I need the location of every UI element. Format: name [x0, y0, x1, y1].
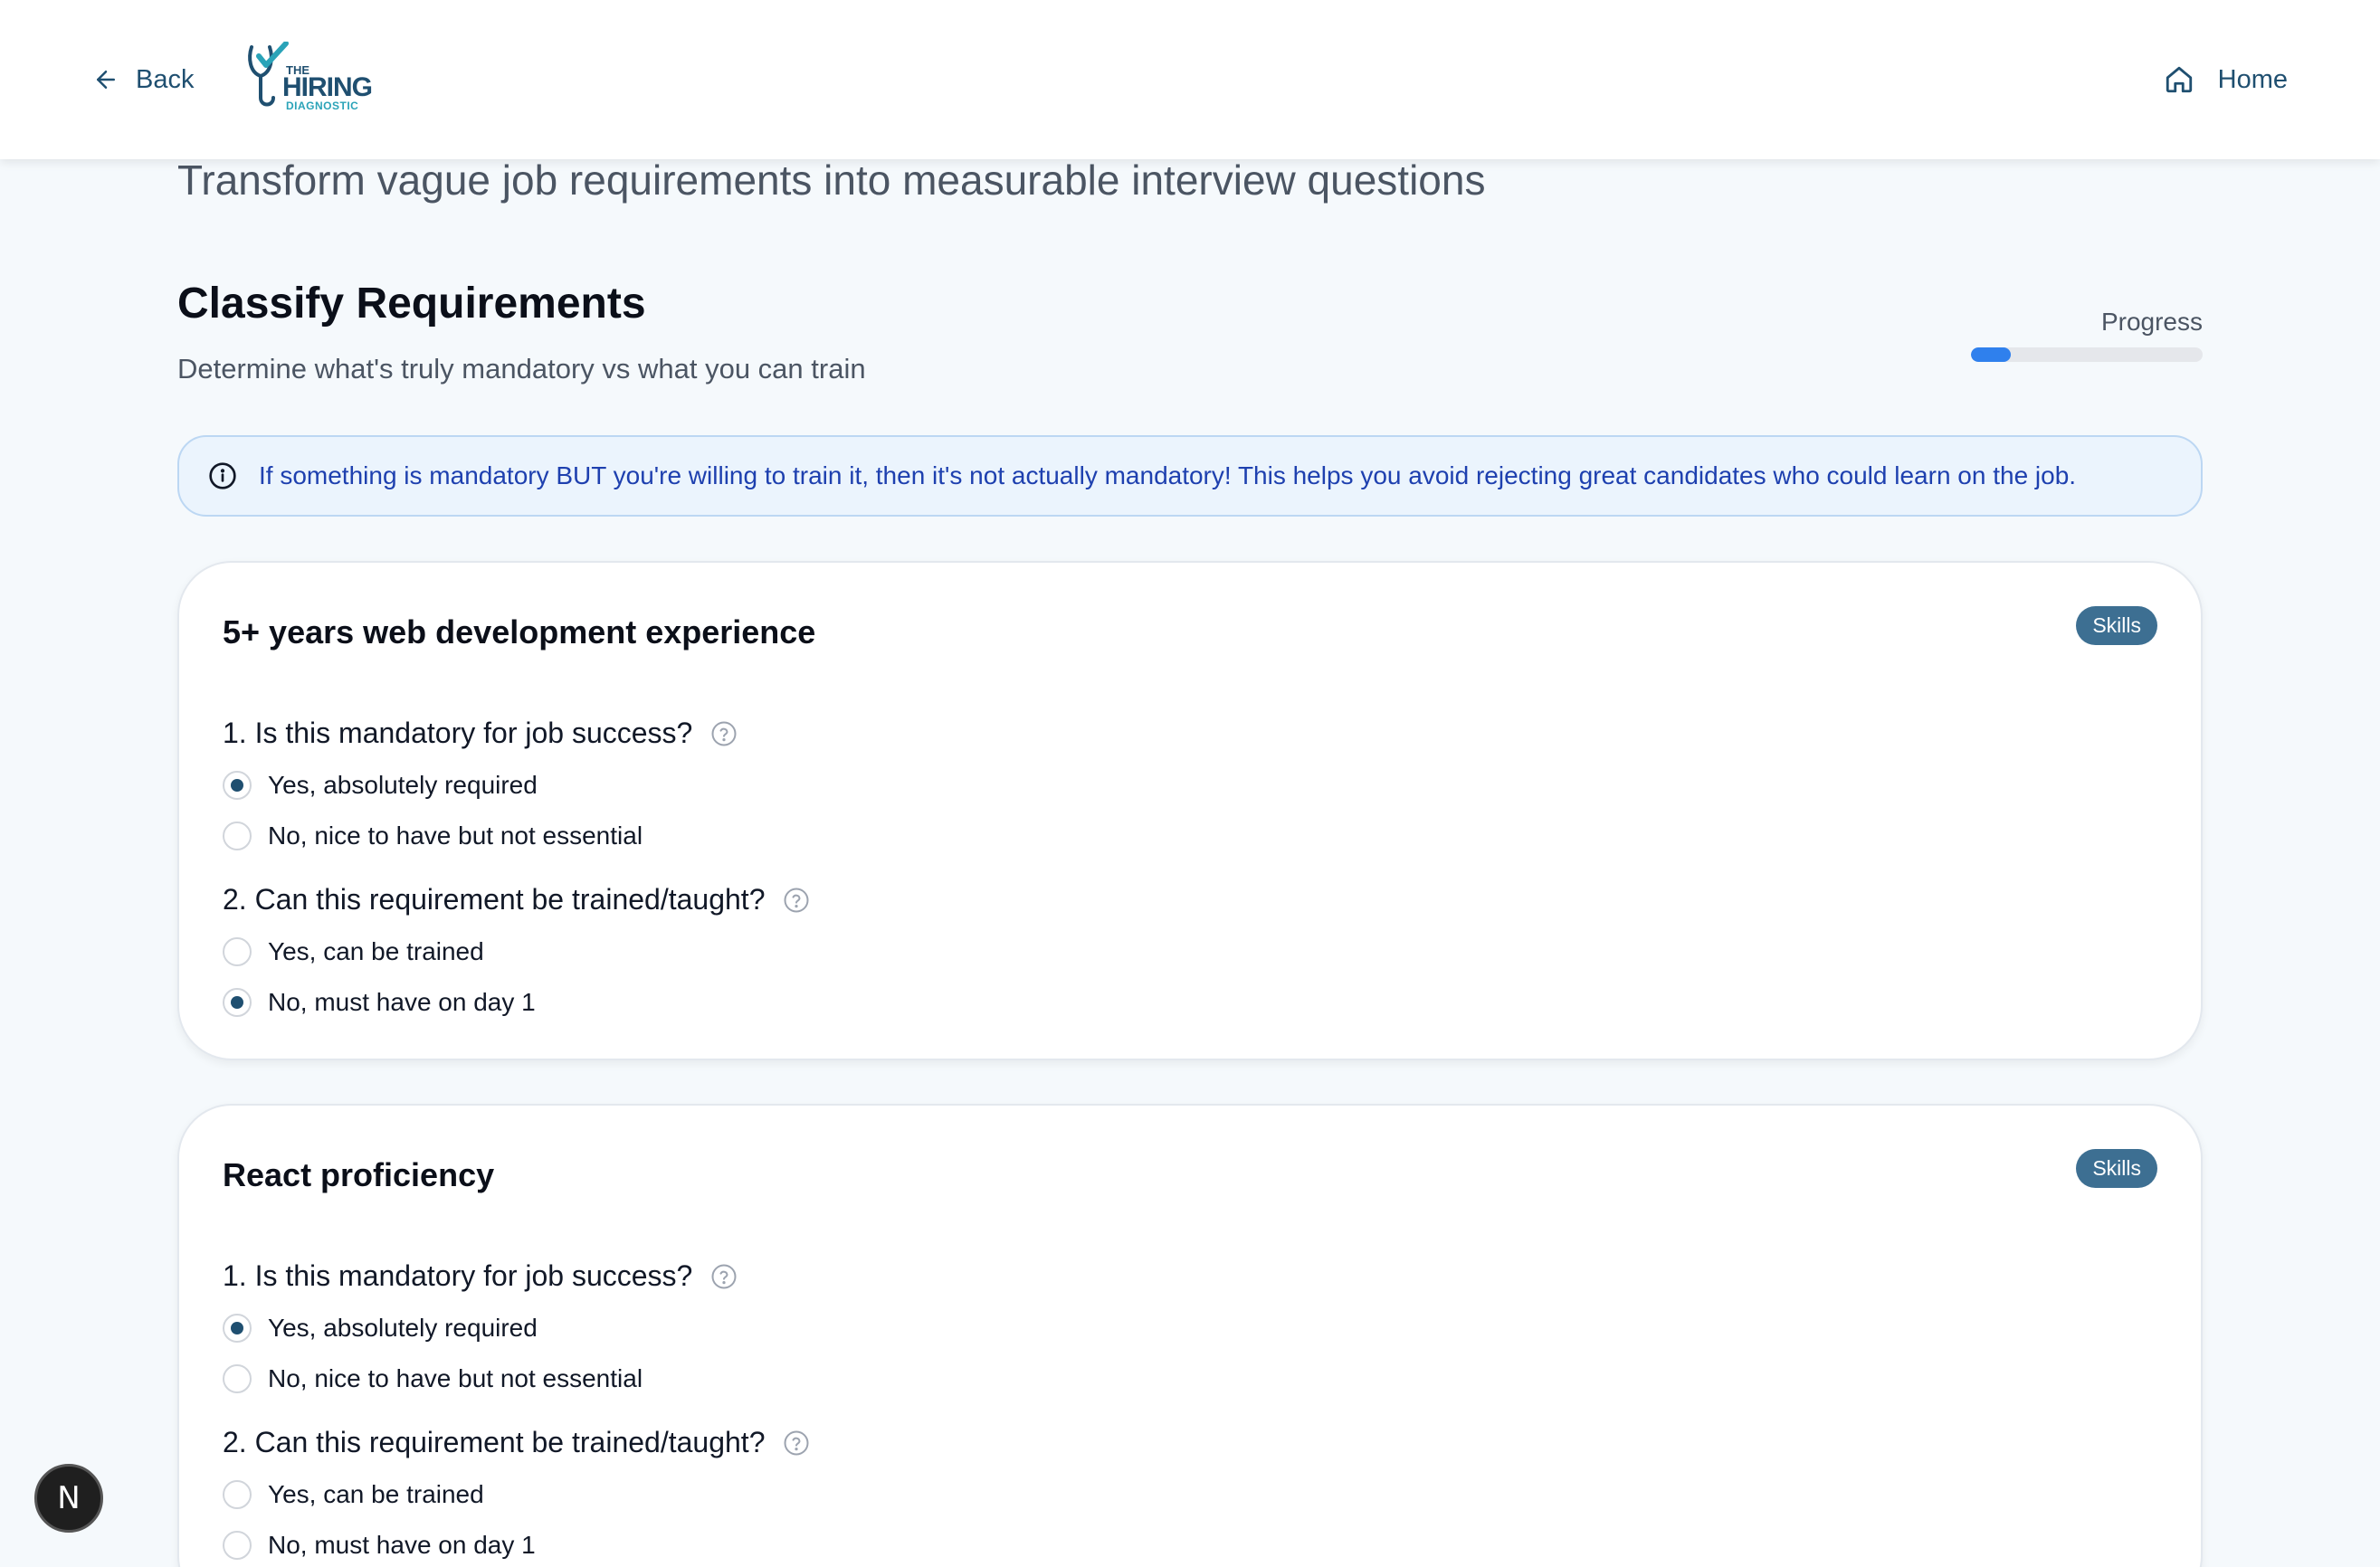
mandatory-question: 1. Is this mandatory for job success?	[223, 717, 738, 750]
page-tagline: Transform vague job requirements into me…	[177, 157, 1486, 204]
radio-button[interactable]	[223, 937, 252, 966]
trainable-option-yes[interactable]: Yes, can be trained	[223, 937, 484, 966]
progress-bar-fill	[1971, 347, 2011, 362]
option-label: No, must have on day 1	[268, 988, 536, 1016]
trainable-option-no[interactable]: No, must have on day 1	[223, 988, 536, 1017]
option-label: Yes, can be trained	[268, 937, 484, 965]
info-callout: If something is mandatory BUT you're wil…	[177, 435, 2203, 517]
radio-button[interactable]	[223, 821, 252, 850]
arrow-left-icon	[97, 71, 115, 89]
home-icon	[2166, 66, 2192, 93]
radio-button[interactable]	[223, 1480, 252, 1509]
help-icon[interactable]	[710, 720, 738, 747]
option-label: No, nice to have but not essential	[268, 821, 643, 850]
radio-button[interactable]	[223, 1314, 252, 1343]
info-icon	[209, 462, 236, 489]
trainable-question: 2. Can this requirement be trained/taugh…	[223, 883, 810, 916]
category-badge: Skills	[2076, 606, 2157, 645]
mandatory-question-label: 1. Is this mandatory for job success?	[223, 717, 693, 749]
radio-button[interactable]	[223, 988, 252, 1017]
mandatory-option-yes[interactable]: Yes, absolutely required	[223, 771, 538, 800]
info-callout-text: If something is mandatory BUT you're wil…	[259, 461, 2077, 489]
option-label: Yes, absolutely required	[268, 1314, 538, 1342]
option-label: No, nice to have but not essential	[268, 1364, 643, 1392]
trainable-question: 2. Can this requirement be trained/taugh…	[223, 1426, 810, 1459]
back-button[interactable]: Back	[92, 60, 194, 100]
mandatory-option-yes[interactable]: Yes, absolutely required	[223, 1314, 538, 1343]
requirement-card: React proficiency Skills 1. Is this mand…	[177, 1104, 2203, 1567]
requirement-title: React proficiency	[223, 1156, 495, 1193]
progress-label: Progress	[2100, 308, 2203, 336]
option-label: No, must have on day 1	[268, 1531, 536, 1559]
mandatory-question-label: 1. Is this mandatory for job success?	[223, 1259, 693, 1292]
back-label: Back	[136, 64, 195, 94]
home-label: Home	[2217, 64, 2288, 94]
logo-diagnostic-text: DIAGNOSTIC	[286, 100, 359, 112]
requirement-title: 5+ years web development experience	[223, 613, 816, 651]
trainable-option-yes[interactable]: Yes, can be trained	[223, 1480, 484, 1509]
trainable-option-no[interactable]: No, must have on day 1	[223, 1531, 536, 1560]
radio-button[interactable]	[223, 1364, 252, 1393]
mandatory-option-no[interactable]: No, nice to have but not essential	[223, 821, 643, 850]
radio-button[interactable]	[223, 1531, 252, 1560]
trainable-question-label: 2. Can this requirement be trained/taugh…	[223, 1426, 766, 1458]
page-subtitle: Determine what's truly mandatory vs what…	[177, 353, 866, 385]
progress-bar	[1971, 347, 2203, 362]
radio-button[interactable]	[223, 771, 252, 800]
category-badge: Skills	[2076, 1149, 2157, 1188]
dev-tools-badge[interactable]: N	[34, 1464, 103, 1533]
requirement-card: 5+ years web development experience Skil…	[177, 561, 2203, 1060]
help-icon[interactable]	[710, 1263, 738, 1290]
hiring-diagnostic-logo[interactable]: THE HIRING DIAGNOSTIC	[246, 42, 373, 114]
home-button[interactable]: Home	[2164, 60, 2288, 100]
mandatory-option-no[interactable]: No, nice to have but not essential	[223, 1364, 643, 1393]
page-title: Classify Requirements	[177, 280, 646, 328]
mandatory-question: 1. Is this mandatory for job success?	[223, 1259, 738, 1293]
option-label: Yes, can be trained	[268, 1480, 484, 1508]
option-label: Yes, absolutely required	[268, 771, 538, 799]
top-header: Back THE HIRING DIAGNOSTIC Home	[0, 0, 2380, 159]
help-icon[interactable]	[783, 887, 810, 914]
logo-hiring-text: HIRING	[282, 72, 373, 102]
help-icon[interactable]	[783, 1429, 810, 1457]
trainable-question-label: 2. Can this requirement be trained/taugh…	[223, 883, 766, 916]
